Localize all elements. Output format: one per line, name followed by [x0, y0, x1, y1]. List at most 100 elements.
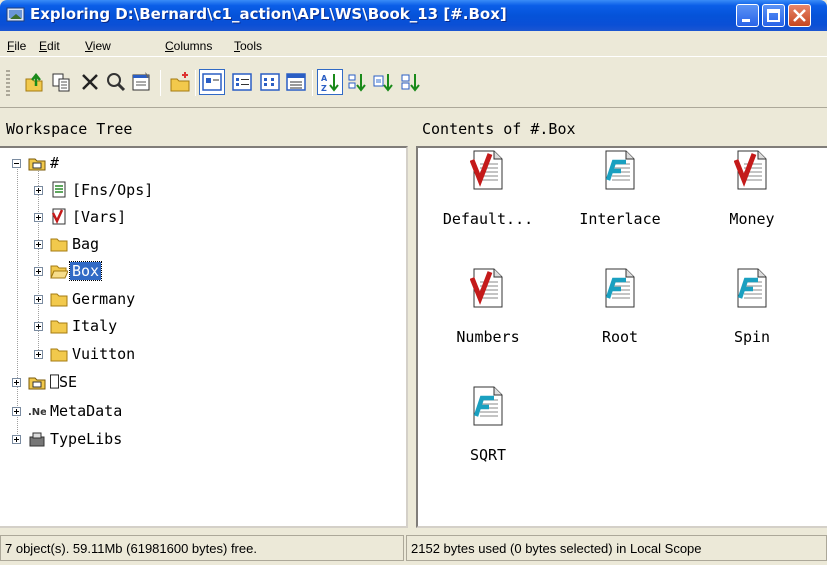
status-bar: 7 object(s). 59.11Mb (61981600 bytes) fr… — [0, 531, 827, 565]
list-item[interactable]: Interlace — [560, 150, 680, 240]
sort-by-date-icon[interactable] — [400, 70, 424, 94]
menu-tools[interactable]: Tools — [234, 39, 262, 53]
expand-toggle[interactable] — [34, 322, 43, 331]
tree-label: # — [50, 154, 60, 172]
new-folder-icon[interactable] — [168, 70, 192, 94]
tree-label: TypeLibs — [50, 430, 123, 448]
menu-file-label: ile — [14, 39, 27, 53]
toolbar-separator — [312, 70, 313, 96]
contents-view[interactable]: Default... Interlace Money Numbers Root … — [416, 146, 827, 528]
maximize-button[interactable] — [762, 4, 785, 27]
list-item[interactable]: Default... — [428, 150, 548, 240]
menu-tools-label: ools — [240, 39, 263, 53]
variable-icon — [470, 150, 503, 190]
tree-label: Italy — [72, 317, 118, 335]
expand-toggle[interactable] — [34, 350, 43, 359]
sort-by-name-icon[interactable]: A Z — [317, 69, 343, 95]
item-label: Interlace — [579, 210, 661, 228]
folder-icon — [50, 238, 68, 252]
list-item[interactable]: Root — [560, 268, 680, 358]
item-label: Spin — [733, 328, 771, 346]
details-view-icon[interactable] — [284, 70, 308, 94]
workspace-tree[interactable]: # [Fns/Ops] [Vars] Bag Box Germany Italy… — [0, 146, 408, 528]
window-title: Exploring D:\Bernard\c1_action\APL\WS\Bo… — [30, 5, 507, 23]
pane-splitter[interactable] — [408, 115, 416, 530]
function-icon — [605, 268, 635, 308]
svg-text:A: A — [321, 74, 328, 83]
menu-edit-label: dit — [47, 39, 60, 53]
tree-label: Germany — [72, 290, 136, 308]
properties-icon[interactable] — [130, 70, 154, 94]
expand-toggle[interactable] — [12, 378, 21, 387]
toolbar: A Z — [0, 58, 827, 108]
folder-icon — [50, 348, 68, 362]
list-view-icon[interactable] — [258, 70, 282, 94]
delete-icon[interactable] — [78, 70, 102, 94]
item-label: SQRT — [469, 446, 507, 464]
namespace-icon — [28, 377, 46, 390]
variable-icon — [470, 268, 503, 308]
tree-label: [Vars] — [72, 208, 127, 226]
folder-icon — [50, 320, 68, 334]
list-item[interactable]: Spin — [692, 268, 812, 358]
workspace-tree-header: Workspace Tree — [6, 120, 133, 138]
tree-label: ⎕SE — [50, 373, 78, 391]
expand-toggle[interactable] — [34, 240, 43, 249]
menu-file[interactable]: File — [7, 39, 26, 53]
title-bar[interactable]: Exploring D:\Bernard\c1_action\APL\WS\Bo… — [0, 0, 827, 31]
expand-toggle[interactable] — [12, 407, 21, 416]
expand-toggle[interactable] — [34, 295, 43, 304]
tree-connector — [17, 169, 18, 444]
tree-label: Vuitton — [72, 345, 136, 363]
sort-by-size-icon[interactable] — [372, 70, 396, 94]
menu-view[interactable]: View — [85, 39, 111, 53]
status-memory: 7 object(s). 59.11Mb (61981600 bytes) fr… — [0, 535, 404, 561]
list-item[interactable]: Numbers — [428, 268, 548, 358]
menu-view-mnemonic: V — [85, 39, 93, 53]
item-label: Numbers — [456, 328, 520, 346]
expand-toggle[interactable] — [12, 435, 21, 444]
large-icons-view-icon[interactable] — [199, 69, 225, 95]
close-button[interactable] — [788, 4, 811, 27]
sort-by-type-icon[interactable] — [346, 70, 370, 94]
menu-columns[interactable]: Columns — [165, 39, 212, 53]
menu-edit-mnemonic: E — [39, 39, 48, 53]
variables-icon — [51, 208, 66, 225]
list-item[interactable]: Money — [692, 150, 812, 240]
item-label: Money — [729, 210, 775, 228]
expand-toggle[interactable] — [34, 186, 43, 195]
toolbar-separator — [160, 70, 161, 96]
contents-header: Contents of #.Box — [422, 120, 576, 138]
menu-edit[interactable]: Edit — [39, 39, 60, 53]
minimize-icon — [742, 19, 750, 22]
menu-bar: File Edit View Columns Tools — [0, 31, 827, 57]
tree-label: Bag — [72, 235, 100, 253]
function-icon — [737, 268, 767, 308]
toolbar-grip[interactable] — [6, 70, 10, 96]
copy-icon[interactable] — [50, 70, 74, 94]
dotnet-icon: .Net — [28, 407, 46, 418]
expand-toggle[interactable] — [34, 267, 43, 276]
find-icon[interactable] — [104, 70, 128, 94]
item-label: Default... — [442, 210, 534, 228]
list-item[interactable]: SQRT — [428, 386, 548, 476]
variable-icon — [734, 150, 767, 190]
item-label: Root — [601, 328, 639, 346]
collapse-toggle[interactable] — [12, 159, 21, 168]
functions-icon — [52, 181, 66, 198]
maximize-icon — [767, 9, 780, 22]
svg-text:Z: Z — [321, 84, 327, 93]
menu-view-label: iew — [92, 39, 111, 53]
minimize-button[interactable] — [736, 4, 759, 27]
expand-toggle[interactable] — [34, 213, 43, 222]
svg-text:.Net: .Net — [28, 407, 46, 418]
up-folder-icon[interactable] — [22, 70, 46, 94]
function-icon — [605, 150, 635, 190]
tree-label: [Fns/Ops] — [72, 181, 154, 199]
typelib-icon — [29, 432, 45, 447]
small-icons-view-icon[interactable] — [230, 70, 254, 94]
close-icon — [793, 9, 806, 22]
explorer-app-icon — [6, 7, 25, 22]
tree-label: MetaData — [50, 402, 123, 420]
function-icon — [473, 386, 503, 426]
